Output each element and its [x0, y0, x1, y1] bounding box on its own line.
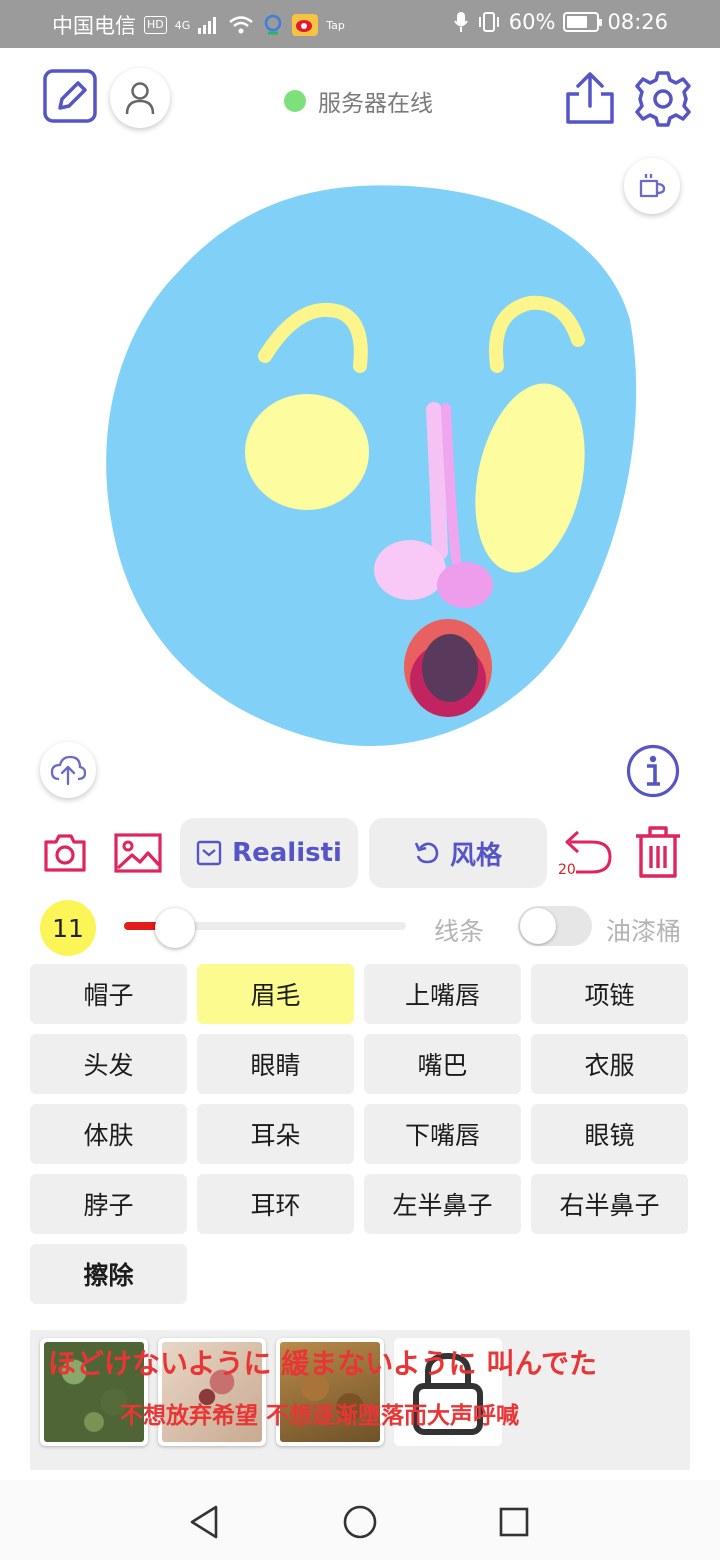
- checkbox-icon: [196, 840, 222, 866]
- hd-badge: HD: [144, 16, 167, 34]
- refresh-icon: [414, 842, 439, 864]
- recents-icon[interactable]: [494, 1502, 534, 1542]
- part-button[interactable]: 体肤: [30, 1104, 187, 1164]
- lyric-overlay-line2: 不想放弃希望 不想逐渐堕落而大声呼喊: [120, 1403, 520, 1429]
- brush-size-thumb[interactable]: [155, 908, 195, 948]
- part-button[interactable]: 下嘴唇: [364, 1104, 521, 1164]
- weibo-icon: [292, 14, 319, 36]
- status-left: 中国电信 HD 4G Tap: [52, 10, 345, 40]
- battery-icon: [563, 12, 603, 32]
- brush-size-badge: 11: [40, 900, 96, 956]
- app-notification-icon: [265, 14, 282, 35]
- server-status-label: 服务器在线: [318, 91, 433, 117]
- microphone-icon: [453, 12, 468, 32]
- mode-line-label: 线条: [434, 917, 485, 946]
- part-button[interactable]: 眼睛: [197, 1034, 354, 1094]
- style-button[interactable]: 风格: [369, 818, 547, 888]
- lyric-overlay-line1: ほどけないように 緩まないように 叫んでた: [48, 1347, 597, 1380]
- mode-bucket-label: 油漆桶: [606, 917, 682, 946]
- parts-grid: 帽子 眉毛 上嘴唇 项链 头发 眼睛 嘴巴 衣服 体肤 耳朵 下嘴唇 眼镜 脖子…: [30, 964, 690, 1304]
- part-button[interactable]: 项链: [531, 964, 688, 1024]
- status-right: 60% 08:26: [453, 10, 668, 34]
- server-status-dot: [284, 90, 306, 112]
- info-icon[interactable]: [626, 744, 680, 798]
- tool-bar: Realisti 风格 20: [0, 816, 720, 892]
- system-nav-bar: [0, 1480, 720, 1560]
- part-button[interactable]: 头发: [30, 1034, 187, 1094]
- camera-icon[interactable]: [42, 832, 88, 874]
- undo-count: 20: [558, 862, 576, 878]
- erase-button[interactable]: 擦除: [30, 1244, 187, 1304]
- paint-bucket-toggle[interactable]: [518, 906, 592, 946]
- part-button[interactable]: 衣服: [531, 1034, 688, 1094]
- vibrate-icon: [478, 12, 499, 32]
- network-type: 4G: [174, 18, 191, 32]
- back-icon[interactable]: [184, 1502, 224, 1542]
- wifi-icon: [229, 16, 254, 34]
- model-select-button[interactable]: Realisti: [180, 818, 358, 888]
- toggle-knob: [520, 908, 556, 944]
- edit-square-icon[interactable]: [42, 68, 98, 124]
- part-button[interactable]: 右半鼻子: [531, 1174, 688, 1234]
- part-button[interactable]: 上嘴唇: [364, 964, 521, 1024]
- part-button[interactable]: 耳环: [197, 1174, 354, 1234]
- clock: 08:26: [607, 10, 668, 34]
- part-button[interactable]: 帽子: [30, 964, 187, 1024]
- battery-percent: 60%: [508, 10, 556, 34]
- status-bar: 中国电信 HD 4G Tap 60% 08:26: [0, 0, 720, 48]
- trash-icon[interactable]: [632, 824, 684, 880]
- cloud-upload-icon[interactable]: [40, 742, 96, 798]
- user-icon[interactable]: [110, 68, 170, 128]
- style-label: 风格: [449, 840, 502, 871]
- part-button[interactable]: 眼镜: [531, 1104, 688, 1164]
- signal-icon: [198, 17, 217, 34]
- home-icon[interactable]: [340, 1502, 380, 1542]
- coffee-icon[interactable]: [624, 158, 680, 214]
- part-button[interactable]: 左半鼻子: [364, 1174, 521, 1234]
- share-icon[interactable]: [564, 70, 616, 126]
- image-icon[interactable]: [114, 832, 162, 874]
- face-sketch: [106, 185, 637, 746]
- top-bar: 服务器在线: [0, 48, 720, 148]
- carrier-name: 中国电信: [52, 14, 136, 38]
- app-tag: Tap: [326, 18, 345, 32]
- brush-row: 11 线条 油漆桶: [0, 898, 720, 958]
- part-button[interactable]: 耳朵: [197, 1104, 354, 1164]
- part-button[interactable]: 嘴巴: [364, 1034, 521, 1094]
- part-button[interactable]: 脖子: [30, 1174, 187, 1234]
- server-status: 服务器在线: [284, 84, 433, 118]
- part-button[interactable]: 眉毛: [197, 964, 354, 1024]
- model-select-label: Realisti: [232, 838, 342, 868]
- drawing-canvas[interactable]: [0, 148, 720, 808]
- gear-icon[interactable]: [634, 70, 692, 128]
